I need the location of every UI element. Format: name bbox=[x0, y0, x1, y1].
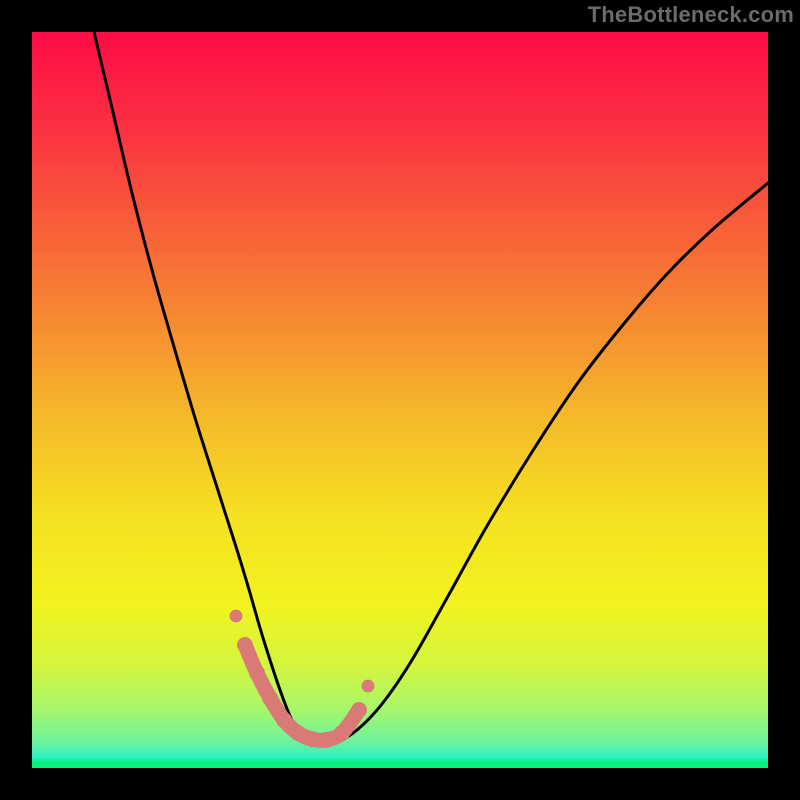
optimal-highlight bbox=[32, 32, 768, 768]
chart-stage: TheBottleneck.com bbox=[0, 0, 800, 800]
watermark-text: TheBottleneck.com bbox=[588, 2, 794, 28]
plot-area bbox=[32, 32, 768, 768]
